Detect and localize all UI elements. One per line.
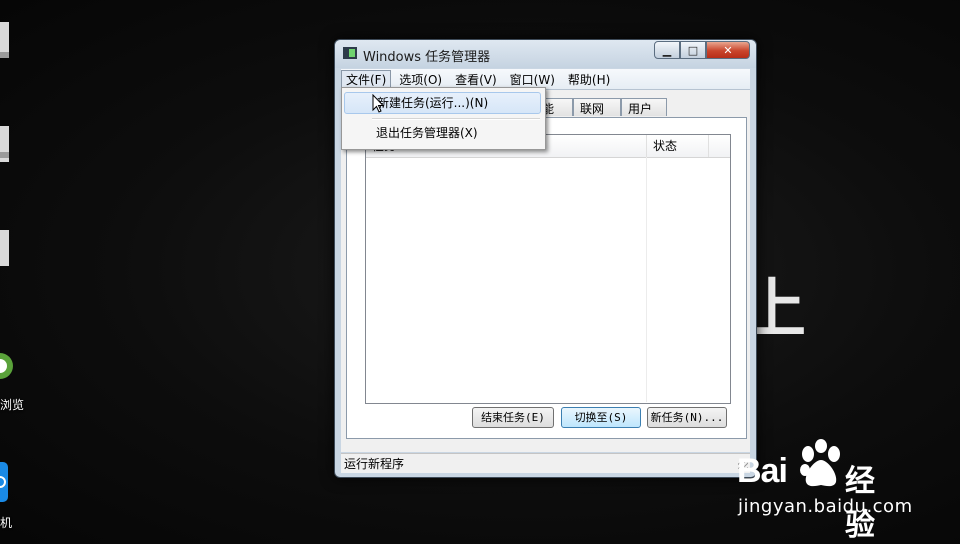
maximize-icon: □ [687,43,699,57]
task-manager-icon [343,47,357,59]
end-task-button[interactable]: 结束任务(E) [472,407,554,428]
desktop-label-machine: 机 [0,516,13,530]
task-list[interactable]: 任务 状态 [365,134,731,404]
applications-tab-pane: 任务 状态 [346,117,747,439]
menu-options[interactable]: 选项(O) [394,70,447,89]
status-text: 运行新程序 [344,457,405,471]
menu-window[interactable]: 窗口(W) [505,70,560,89]
browser-icon[interactable] [0,346,14,386]
minimize-icon: ▁ [662,43,672,57]
close-icon: ✕ [723,43,733,57]
minimize-button[interactable]: ▁ [654,41,680,59]
tab-users[interactable]: 用户 [621,98,667,116]
menu-separator [372,118,540,120]
close-button[interactable]: ✕ [706,41,750,59]
tab-networking[interactable]: 联网 [573,98,621,116]
menu-view[interactable]: 查看(V) [450,70,502,89]
desktop-icon-fragment[interactable] [0,122,12,166]
baidu-paw-icon [800,439,840,487]
watermark-url: jingyan.baidu.com [738,496,913,517]
desktop-icon-fragment[interactable] [0,226,12,270]
watermark-brand-latin: Bai [737,452,788,490]
new-task-button[interactable]: 新任务(N)... [647,407,727,428]
menu-file[interactable]: 文件(F) [341,69,392,89]
title-bar[interactable]: Windows 任务管理器 ▁ □ ✕ [335,40,756,68]
switch-to-button[interactable]: 切换至(S) [561,407,641,428]
column-divider [646,157,647,402]
maximize-button[interactable]: □ [680,41,706,59]
menu-help[interactable]: 帮助(H) [563,70,615,89]
mouse-cursor-icon [372,94,384,113]
app-icon-blue[interactable] [0,458,12,506]
window-title: Windows 任务管理器 [363,50,491,65]
desktop-icon-fragment[interactable] [0,18,12,62]
column-status[interactable]: 状态 [647,135,709,157]
desktop-label-browser: 浏览 [0,398,25,412]
menu-item-exit[interactable]: 退出任务管理器(X) [344,122,541,144]
status-bar: 运行新程序 [341,453,750,473]
